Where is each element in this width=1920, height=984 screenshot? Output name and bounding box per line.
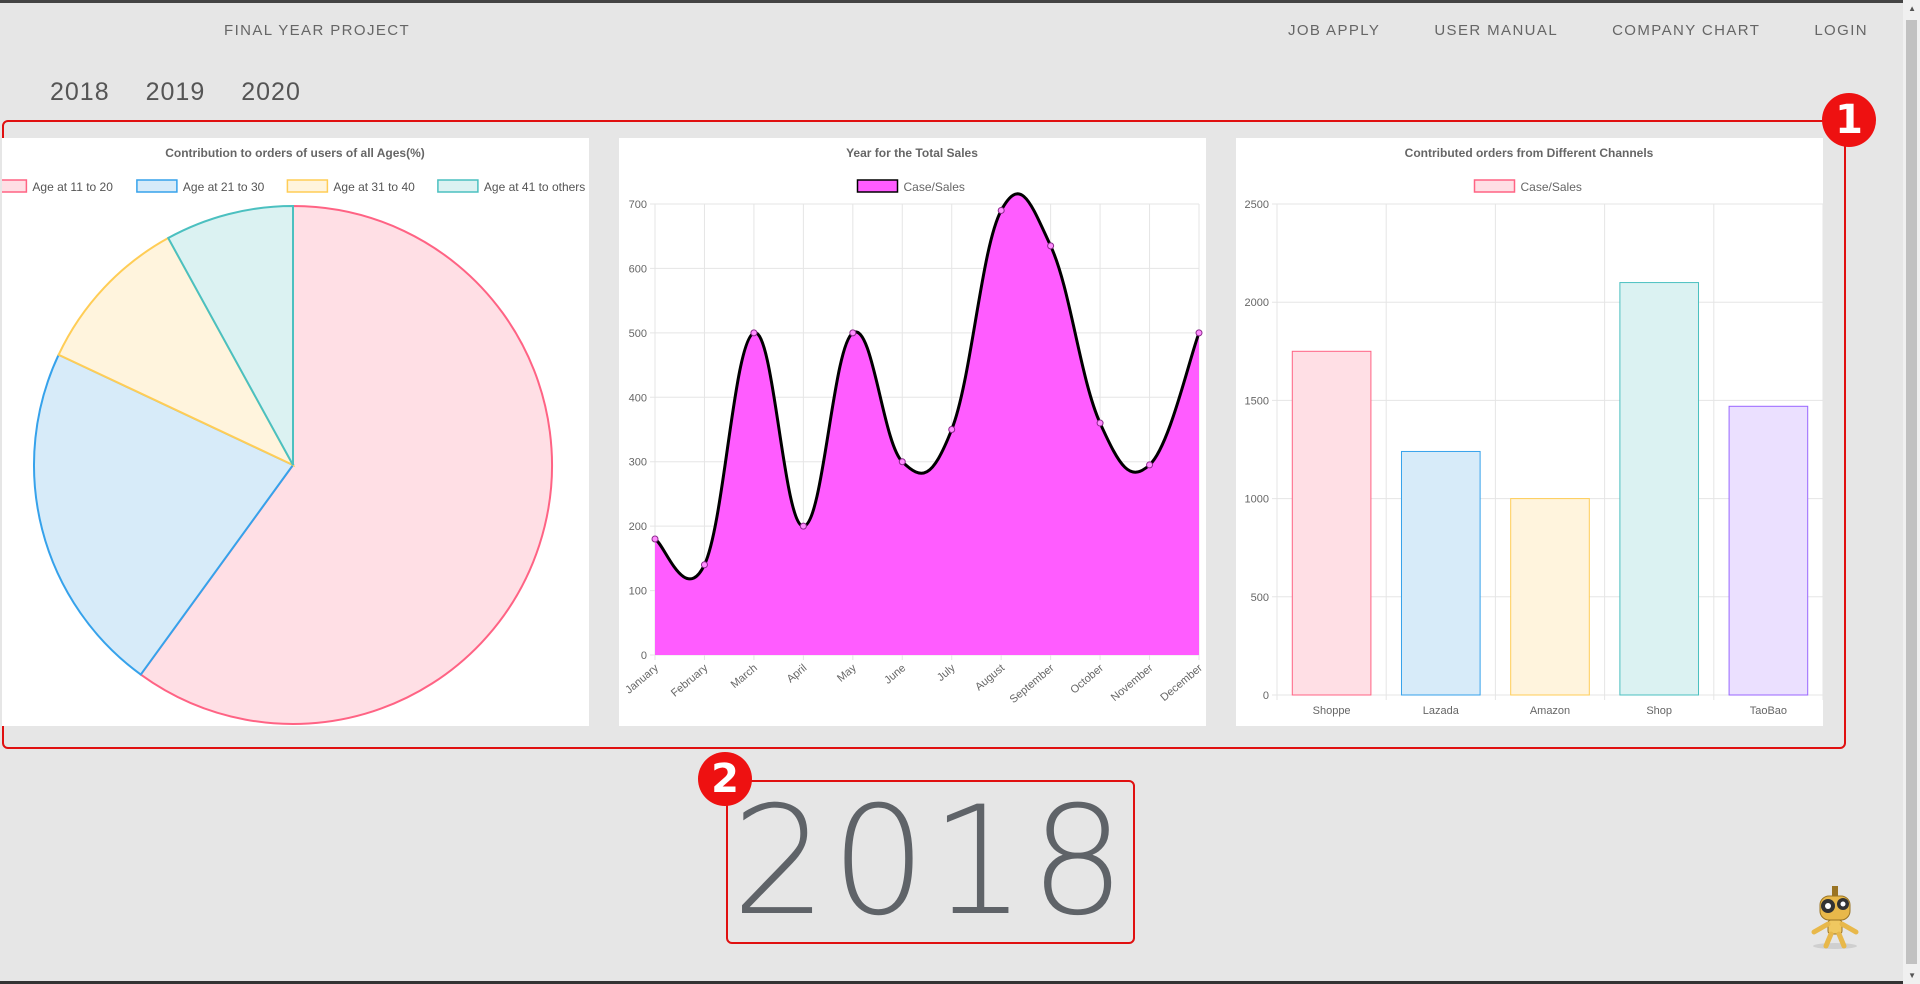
robot-mascot-icon[interactable] xyxy=(1800,880,1870,950)
y-tick-label: 2500 xyxy=(1245,199,1269,211)
selected-year-display: 2018 xyxy=(731,775,1130,949)
chart-title: Contributed orders from Different Channe… xyxy=(1405,146,1654,160)
line-chart-panel: Year for the Total Sales Case/Sales 0 100 20… xyxy=(619,138,1206,726)
y-tick-label: 100 xyxy=(629,586,647,598)
legend-label-4: Age at 41 to others xyxy=(484,180,585,194)
x-tick-label: May xyxy=(835,662,859,685)
data-point xyxy=(997,206,1005,214)
data-point xyxy=(898,458,906,466)
sales-line-chart: Year for the Total Sales Case/Sales 0 100 20… xyxy=(623,146,1205,706)
x-tick-label: Shop xyxy=(1646,705,1672,717)
x-tick-label: January xyxy=(623,662,661,697)
legend-label: Case/Sales xyxy=(904,180,965,194)
channels-bar-chart: Contributed orders from Different Channe… xyxy=(1245,146,1823,717)
legend-label-3: Age at 31 to 40 xyxy=(333,180,415,194)
data-point xyxy=(948,426,956,433)
x-tick-label: October xyxy=(1068,662,1106,697)
bar-lazada xyxy=(1400,450,1481,696)
legend-swatch-1 xyxy=(2,179,28,193)
x-tick-label: September xyxy=(1008,662,1057,706)
x-tick-label: July xyxy=(935,662,958,684)
year-tab-2019[interactable]: 2019 xyxy=(146,78,206,107)
nav-link-user-manual[interactable]: USER MANUAL xyxy=(1434,22,1558,39)
x-tick-label: February xyxy=(669,662,711,700)
data-point xyxy=(1195,329,1203,337)
bar-taobao xyxy=(1728,405,1809,696)
bar-amazon xyxy=(1510,498,1590,696)
nav-brand[interactable]: FINAL YEAR PROJECT xyxy=(224,22,410,39)
y-tick-label: 500 xyxy=(1251,592,1269,604)
legend-swatch-2 xyxy=(136,179,178,193)
bar-shop xyxy=(1619,282,1700,696)
scroll-thumb[interactable] xyxy=(1906,20,1917,964)
nav-link-job-apply[interactable]: JOB APPLY xyxy=(1288,22,1380,39)
data-point xyxy=(1096,419,1104,427)
x-tick-label: TaoBao xyxy=(1750,705,1787,717)
y-tick-label: 2000 xyxy=(1245,297,1269,309)
legend-swatch-3 xyxy=(286,179,329,193)
nav-link-login[interactable]: LOGIN xyxy=(1814,22,1868,39)
data-point xyxy=(849,329,857,337)
legend-swatch xyxy=(856,179,899,193)
x-tick-label: March xyxy=(729,662,760,691)
x-tick-label: Lazada xyxy=(1423,705,1460,717)
legend-label-1: Age at 11 to 20 xyxy=(32,180,113,194)
pie-chart: Contribution to orders of users of all A… xyxy=(2,146,585,725)
chart-title: Year for the Total Sales xyxy=(846,146,978,160)
year-tab-2020[interactable]: 2020 xyxy=(241,78,301,107)
legend-label: Case/Sales xyxy=(1521,180,1582,194)
scroll-down-arrow-icon[interactable]: ▼ xyxy=(1908,971,1916,980)
x-tick-label: August xyxy=(973,662,1007,693)
data-point xyxy=(651,535,659,543)
y-tick-label: 700 xyxy=(629,199,647,211)
y-tick-label: 600 xyxy=(629,263,647,275)
year-tabs: 2018 2019 2020 xyxy=(50,78,301,107)
y-tick-label: 400 xyxy=(629,392,647,404)
scroll-up-arrow-icon[interactable]: ▲ xyxy=(1908,4,1916,13)
nav-links: JOB APPLY USER MANUAL COMPANY CHART LOGI… xyxy=(1288,22,1868,39)
nav-link-company-chart[interactable]: COMPANY CHART xyxy=(1612,22,1760,39)
y-tick-label: 200 xyxy=(629,521,647,533)
y-tick-label: 500 xyxy=(629,328,647,340)
window-top-border xyxy=(0,0,1920,3)
x-tick-label: Amazon xyxy=(1530,705,1570,717)
annotation-badge-1: 1 xyxy=(1822,93,1876,147)
legend-swatch-4 xyxy=(437,179,479,193)
legend-swatch xyxy=(1473,179,1516,193)
data-point xyxy=(1047,242,1055,250)
legend-label-2: Age at 21 to 30 xyxy=(183,180,265,194)
data-point xyxy=(1146,461,1154,469)
data-point xyxy=(700,561,708,569)
y-tick-label: 1500 xyxy=(1245,395,1269,407)
x-tick-label: Shoppe xyxy=(1313,705,1351,717)
data-point xyxy=(799,522,807,530)
y-tick-label: 0 xyxy=(641,650,647,662)
data-point xyxy=(750,329,758,337)
y-tick-label: 1000 xyxy=(1245,494,1269,506)
pie-chart-panel: Contribution to orders of users of all A… xyxy=(2,138,589,726)
area-fill xyxy=(655,193,1199,655)
x-tick-label: December xyxy=(1158,662,1205,704)
annotation-badge-2: 2 xyxy=(698,752,752,806)
x-tick-label: April xyxy=(785,662,810,685)
y-tick-label: 300 xyxy=(629,457,647,469)
year-tab-2018[interactable]: 2018 xyxy=(50,78,110,107)
x-tick-label: June xyxy=(882,662,908,687)
chart-title: Contribution to orders of users of all A… xyxy=(165,146,425,160)
bar-shoppe xyxy=(1291,350,1372,696)
y-tick-label: 0 xyxy=(1263,690,1269,702)
page-scrollbar[interactable]: ▲ ▼ xyxy=(1903,0,1920,984)
x-tick-label: November xyxy=(1109,662,1156,704)
bar-chart-panel: Contributed orders from Different Channe… xyxy=(1236,138,1823,726)
